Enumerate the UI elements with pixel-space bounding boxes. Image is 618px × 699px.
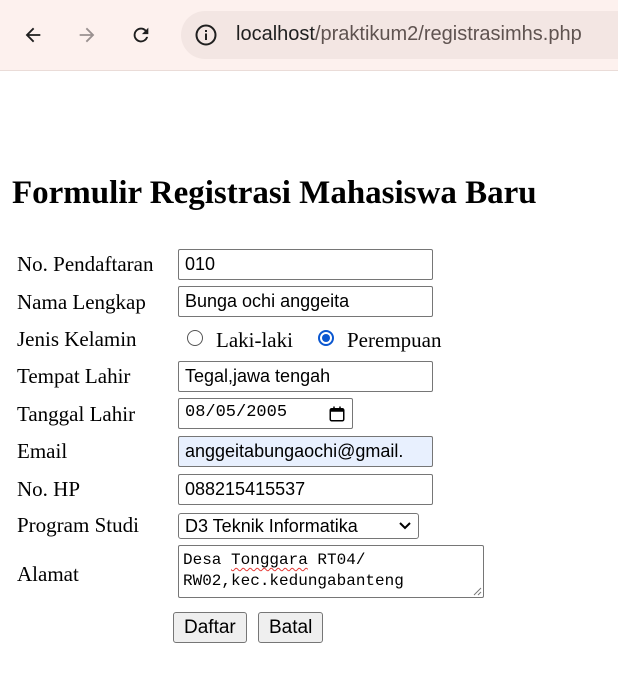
info-icon [195, 24, 217, 46]
label-no-pendaftaran: No. Pendaftaran [17, 252, 154, 276]
daftar-button[interactable]: Daftar [173, 612, 247, 643]
reload-icon [133, 27, 149, 43]
forward-button[interactable] [72, 20, 102, 50]
url-text[interactable]: localhost/praktikum2/registrasimhs.php [236, 23, 582, 46]
site-info-button[interactable] [193, 22, 219, 48]
label-no-hp: No. HP [17, 477, 81, 501]
calendar-icon[interactable] [328, 405, 346, 423]
no-pendaftaran-input[interactable]: 010 [178, 249, 433, 280]
program-studi-select[interactable]: D3 Teknik Informatika [178, 513, 419, 539]
radio-laki-laki[interactable] [187, 330, 203, 346]
alamat-textarea[interactable]: Desa Tonggara RT04/ RW02,kec.kedungabant… [178, 545, 484, 598]
date-value: 08/05/2005 [185, 403, 288, 422]
browser-toolbar: localhost/praktikum2/registrasimhs.php [0, 0, 618, 71]
label-alamat: Alamat [17, 562, 79, 586]
tanggal-lahir-input[interactable]: 08/05/2005 [178, 398, 353, 429]
chevron-down-icon [399, 522, 411, 530]
url-path: /praktikum2/registrasimhs.php [314, 23, 582, 45]
label-email: Email [17, 439, 68, 463]
alamat-line-1: Desa Tonggara RT04/ [183, 551, 366, 569]
arrow-left-icon [25, 27, 41, 43]
tempat-lahir-input[interactable]: Tegal,jawa tengah [178, 361, 433, 392]
spellcheck-word: Tonggara [231, 551, 308, 569]
email-input[interactable]: anggeitabungaochi@gmail. [178, 436, 433, 467]
no-hp-input[interactable]: 088215415537 [178, 474, 433, 505]
batal-button[interactable]: Batal [258, 612, 324, 643]
label-jenis-kelamin: Jenis Kelamin [17, 327, 137, 351]
back-button[interactable] [18, 20, 48, 50]
radio-label-perempuan[interactable]: Perempuan [347, 328, 441, 353]
label-tanggal-lahir: Tanggal Lahir [17, 402, 136, 426]
resize-grip-icon[interactable] [471, 585, 482, 596]
alamat-line-2: RW02,kec.kedungabanteng [183, 572, 404, 590]
reload-button[interactable] [126, 20, 156, 50]
arrow-right-icon [79, 27, 95, 43]
radio-perempuan[interactable] [318, 330, 334, 346]
label-nama-lengkap: Nama Lengkap [17, 290, 146, 314]
nama-lengkap-input[interactable]: Bunga ochi anggeita [178, 286, 433, 317]
url-host: localhost [236, 23, 315, 45]
select-value: D3 Teknik Informatika [185, 516, 358, 536]
label-tempat-lahir: Tempat Lahir [17, 364, 131, 388]
radio-label-laki-laki[interactable]: Laki-laki [216, 328, 293, 353]
address-bar[interactable]: localhost/praktikum2/registrasimhs.php [181, 11, 618, 59]
page-title: Formulir Registrasi Mahasiswa Baru [12, 175, 537, 211]
label-program-studi: Program Studi [17, 513, 139, 537]
